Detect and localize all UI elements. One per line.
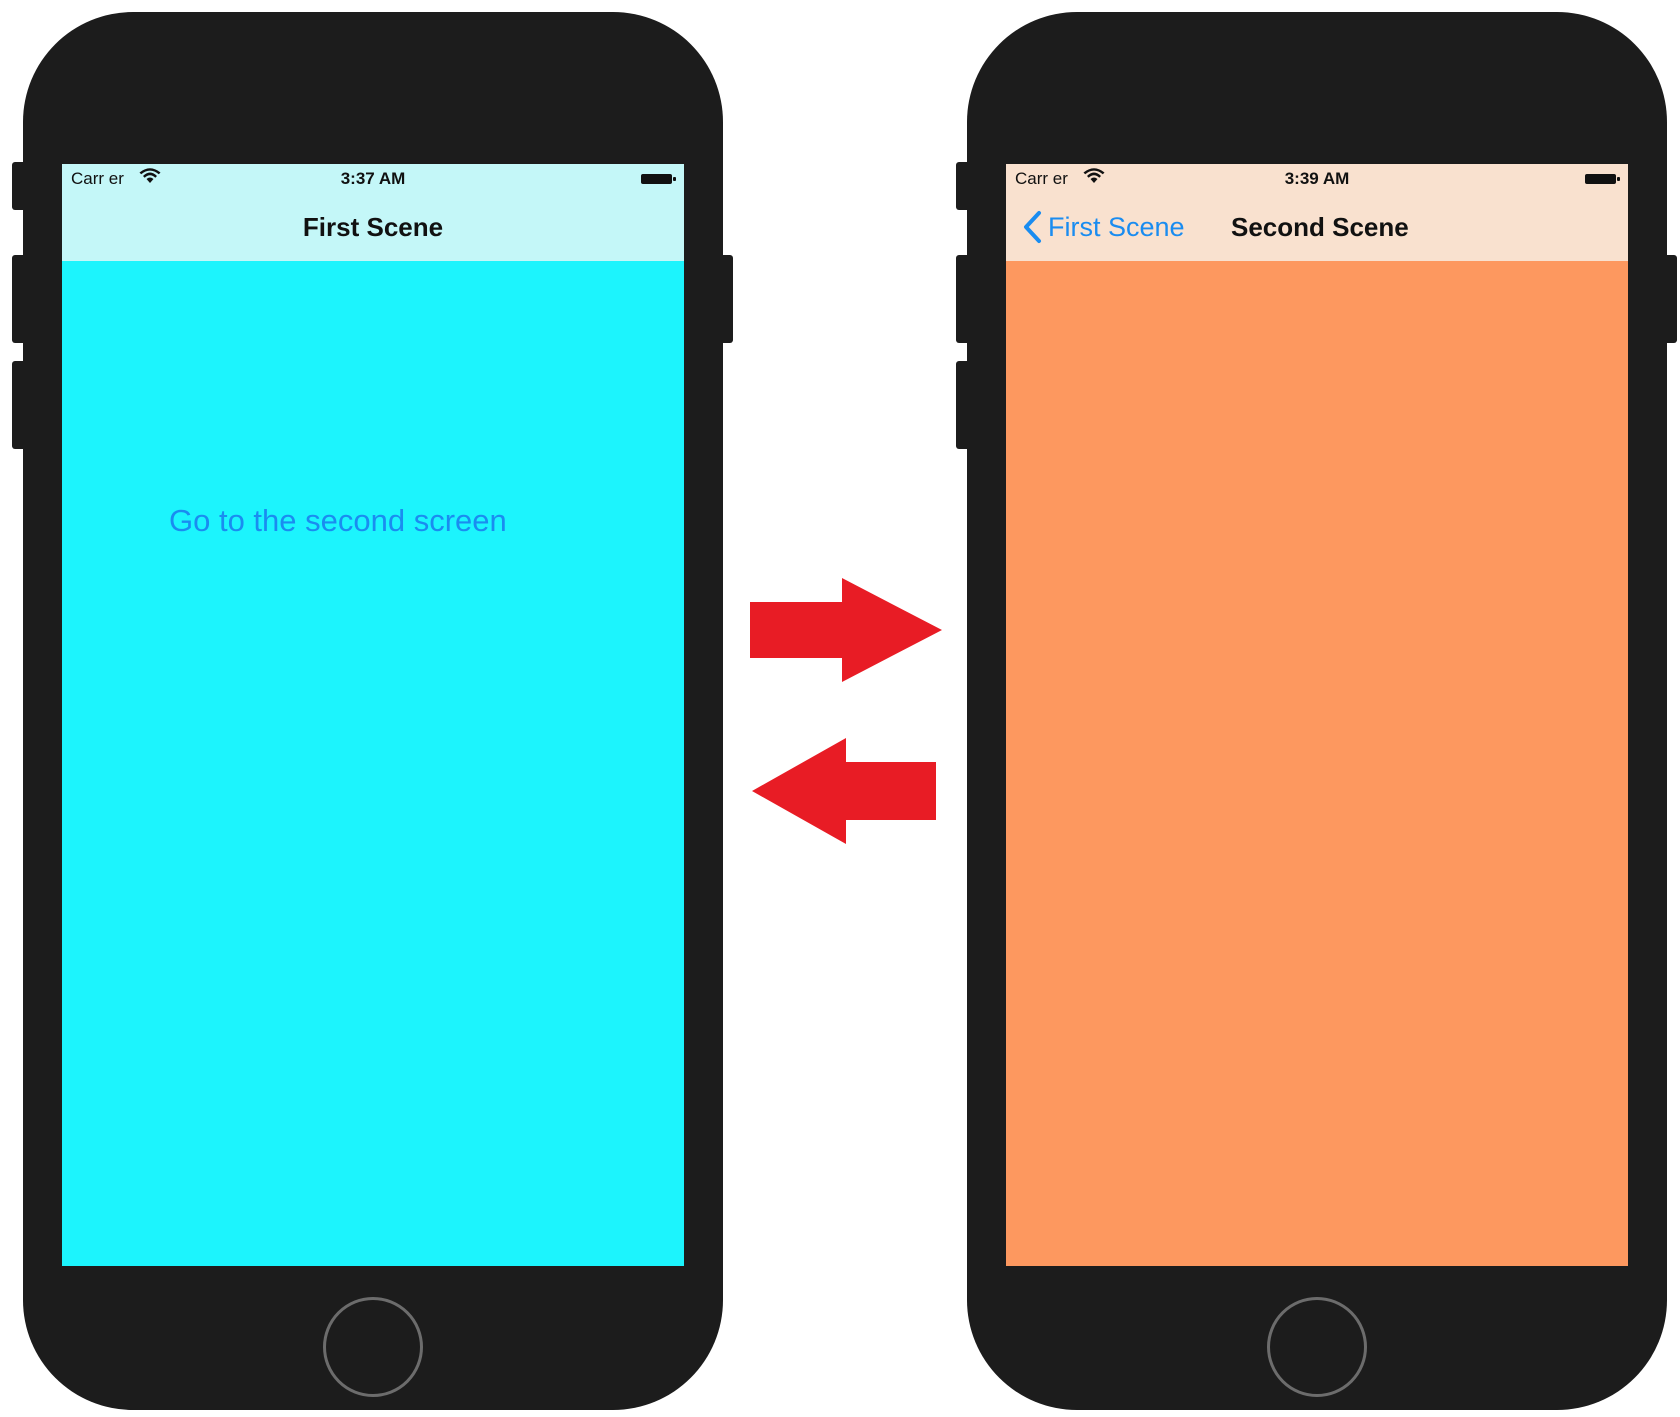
volume-down-button (12, 361, 26, 449)
mute-switch (956, 162, 970, 210)
go-to-second-screen-button[interactable]: Go to the second screen (169, 503, 507, 539)
status-bar: Carr er 3:39 AM (1006, 164, 1628, 192)
second-scene-content (1006, 261, 1628, 1266)
home-button[interactable] (323, 1297, 423, 1397)
first-scene-phone: Carr er 3:37 AM First Scene Go to the se… (12, 12, 733, 1410)
volume-up-button (12, 255, 26, 343)
status-time: 3:37 AM (340, 169, 406, 188)
back-button-label: First Scene (1048, 211, 1185, 242)
battery-icon (1585, 174, 1620, 184)
first-scene-screen: Carr er 3:37 AM First Scene Go to the se… (62, 164, 684, 1266)
back-button[interactable]: First Scene (1022, 209, 1185, 245)
volume-down-button (956, 361, 970, 449)
first-scene-content: Go to the second screen (62, 261, 684, 1266)
nav-title: First Scene (302, 212, 444, 242)
battery-icon (641, 174, 676, 184)
status-time: 3:39 AM (1284, 169, 1350, 188)
arrow-left-icon (752, 738, 936, 844)
power-button (1663, 255, 1677, 343)
second-scene-screen: Carr er 3:39 AM First Scene Second Scene (1006, 164, 1628, 1266)
mute-switch (12, 162, 26, 210)
first-scene-nav-bar: Carr er 3:37 AM First Scene (62, 164, 684, 261)
home-button[interactable] (1267, 1297, 1367, 1397)
power-button (719, 255, 733, 343)
status-bar: Carr er 3:37 AM (62, 164, 684, 192)
second-scene-nav-bar: Carr er 3:39 AM First Scene Second Scene (1006, 164, 1628, 261)
volume-up-button (956, 255, 970, 343)
arrow-right-icon (750, 578, 942, 682)
back-chevron-icon (1024, 211, 1041, 243)
second-scene-phone: Carr er 3:39 AM First Scene Second Scene (956, 12, 1677, 1410)
nav-title: Second Scene (1231, 212, 1409, 242)
